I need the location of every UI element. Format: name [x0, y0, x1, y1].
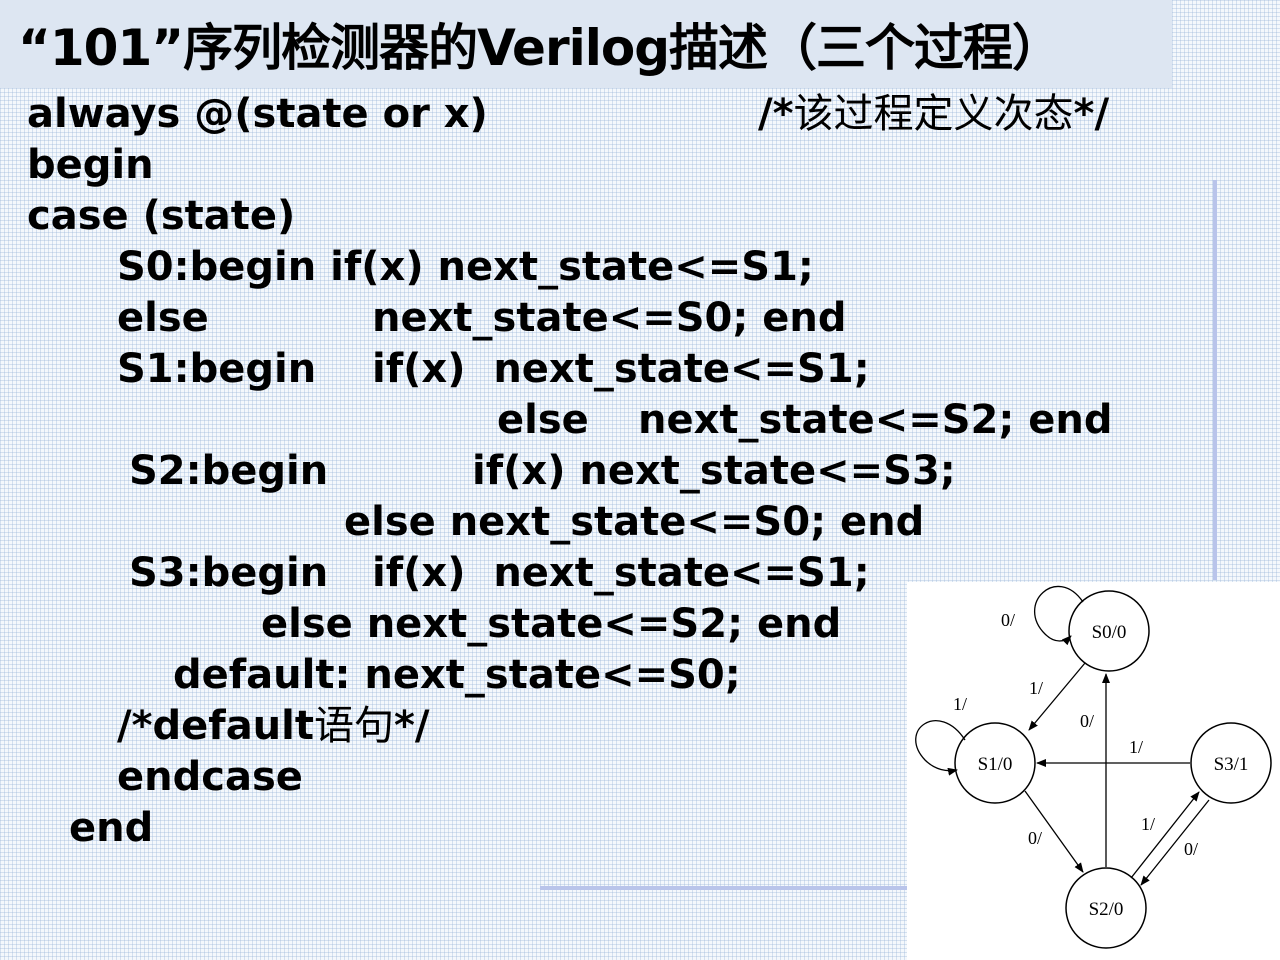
code-line-3: case (state)	[27, 193, 296, 239]
code-line-6a: S1:begin	[117, 346, 317, 392]
code-line-7b: next_state<=S2; end	[638, 397, 1113, 443]
default-comment-text: 语句	[314, 703, 394, 749]
code-line-1-comment: /*该过程定义次态*/	[758, 90, 1109, 138]
edge-s3-to-s2	[1140, 799, 1210, 886]
edge-s2-to-s3	[1130, 791, 1200, 879]
code-line-6b: if(x) next_state<=S1;	[372, 346, 870, 392]
code-line-15: end	[69, 805, 154, 851]
code-line-5b: next_state<=S0; end	[372, 295, 847, 341]
comment-text: 该过程定义次态	[793, 91, 1074, 137]
code-line-7a: else	[497, 397, 589, 443]
code-line-11: else next_state<=S2; end	[261, 601, 842, 647]
code-line-2: begin	[27, 142, 154, 188]
code-line-5a: else	[117, 295, 209, 341]
comment-open: /*	[758, 91, 794, 137]
slide-title: “101”序列检测器的Verilog描述（三个过程）	[18, 19, 1062, 77]
code-line-8b: if(x) next_state<=S3;	[472, 448, 956, 494]
edge-s1-to-s2-label: 0/	[1028, 828, 1042, 848]
edge-s3-to-s1-label: 1/	[1129, 737, 1143, 757]
comment-close: */	[1073, 91, 1110, 137]
decorative-line-bottom	[540, 886, 910, 890]
state-s2-label: S2/0	[1089, 899, 1124, 920]
edge-s2-to-s0-label: 0/	[1080, 711, 1094, 731]
title-banner: “101”序列检测器的Verilog描述（三个过程）	[0, 0, 1172, 88]
code-line-4: S0:begin if(x) next_state<=S1;	[117, 244, 814, 290]
edge-s3-to-s2-label: 0/	[1184, 839, 1198, 859]
state-diagram-svg: S0/0 S1/0 S2/0 S3/1 0/ 1/ 1/ 0/ 1/ 0/ 1/…	[915, 585, 1272, 949]
state-s0-label: S0/0	[1092, 622, 1127, 643]
code-line-9: else next_state<=S0; end	[344, 499, 925, 545]
code-line-10a: S3:begin	[129, 550, 329, 596]
decorative-line-right	[1213, 180, 1217, 580]
edge-s1-self-label: 1/	[953, 694, 967, 714]
default-comment-close: */	[394, 703, 430, 749]
code-line-14: endcase	[117, 754, 303, 800]
code-line-8a: S2:begin	[129, 448, 329, 494]
state-diagram: S0/0 S1/0 S2/0 S3/1 0/ 1/ 1/ 0/ 1/ 0/ 1/…	[907, 582, 1280, 960]
code-line-1a: always @(state or x)	[27, 91, 488, 137]
edge-s0-to-s1-label: 1/	[1029, 678, 1043, 698]
state-s1-label: S1/0	[978, 754, 1013, 775]
edge-s0-self-label: 0/	[1001, 610, 1015, 630]
code-line-13: /*default语句*/	[117, 702, 430, 750]
code-line-10b: if(x) next_state<=S1;	[372, 550, 870, 596]
code-line-12: default: next_state<=S0;	[173, 652, 741, 698]
edge-s2-to-s3-label: 1/	[1141, 814, 1155, 834]
state-s3-label: S3/1	[1214, 754, 1249, 775]
default-comment-open: /*default	[117, 703, 314, 749]
